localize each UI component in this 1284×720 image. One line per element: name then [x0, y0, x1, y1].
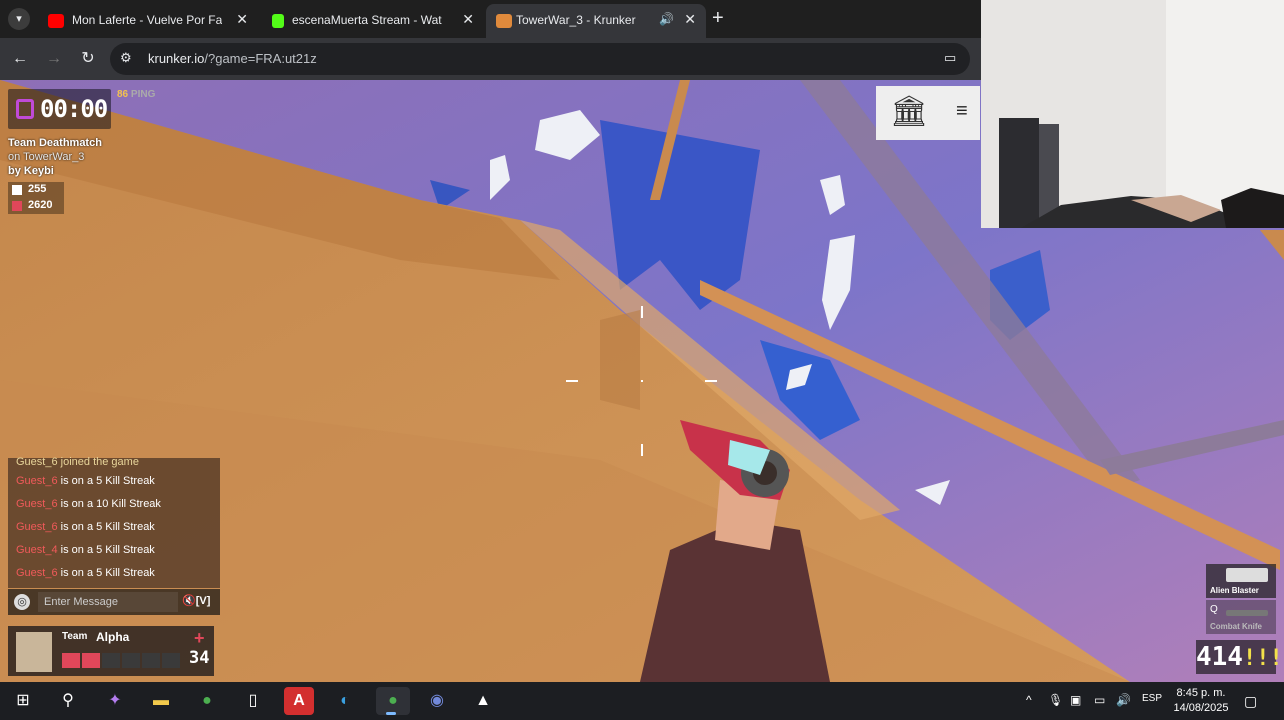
close-tab-icon[interactable]: ✕ — [684, 11, 696, 28]
chat-line: Guest_6 joined the game — [16, 456, 139, 468]
globe-icon[interactable]: ◎ — [14, 594, 30, 610]
app-icon[interactable]: ▲ — [468, 687, 498, 715]
ping-display: 86 PING — [117, 89, 156, 100]
tab-search-dropdown-icon[interactable]: ▾ — [8, 8, 30, 30]
windows-start-icon[interactable]: ⊞ — [8, 687, 38, 715]
close-tab-icon[interactable]: ✕ — [462, 11, 474, 28]
new-tab-button[interactable]: + — [712, 8, 724, 28]
kick-icon — [272, 14, 284, 28]
chat-line: Guest_6 is on a 5 Kill Streak — [16, 475, 155, 487]
taskbar-clock[interactable]: 8:45 p. m. 14/08/2025 — [1168, 686, 1234, 716]
chat-line: Guest_6 is on a 10 Kill Streak — [16, 498, 161, 510]
reload-icon[interactable]: ↻ — [76, 47, 100, 71]
discord-icon[interactable]: ◉ — [422, 687, 452, 715]
map-name: on TowerWar_3 — [8, 151, 85, 163]
weapon-slot-secondary[interactable]: Q Combat Knife — [1206, 600, 1276, 634]
timer-icon — [16, 99, 34, 119]
webcam-feed — [981, 0, 1284, 228]
acrobat-icon[interactable]: A — [284, 687, 314, 715]
map-author: by Keybi — [8, 165, 54, 177]
weapon-name: Alien Blaster — [1210, 586, 1259, 595]
install-app-icon[interactable]: ▭ — [944, 50, 956, 66]
chat-line: Guest_6 is on a 5 Kill Streak — [16, 521, 155, 533]
weapon-slot-primary[interactable]: Alien Blaster — [1206, 564, 1276, 598]
chat-input-bar: ◎ 🔇[V] — [8, 589, 220, 615]
language-indicator[interactable]: ESP — [1142, 693, 1162, 704]
edge-icon[interactable]: ◐ — [330, 687, 360, 715]
health-segment — [102, 653, 120, 668]
health-segment — [62, 653, 80, 668]
timer-value: 00:00 — [40, 95, 108, 123]
weapon-name: Combat Knife — [1210, 622, 1262, 631]
shop-panel[interactable]: 🏛 ≡ — [876, 86, 980, 140]
bank-icon[interactable]: 🏛 — [890, 94, 928, 129]
tab-escenamuerta-stream[interactable]: escenaMuerta Stream - Watch L ✕ — [262, 4, 484, 38]
volume-icon[interactable]: 🔊 — [1116, 693, 1131, 707]
crosshair-dot — [641, 380, 643, 382]
crosshair-right — [705, 380, 717, 382]
health-segment — [162, 653, 180, 668]
crosshair-bottom — [641, 444, 643, 456]
crosshair-left — [566, 380, 578, 382]
team-name: Alpha — [96, 630, 130, 644]
show-hidden-icons-icon[interactable]: ^ — [1026, 693, 1032, 707]
team-score-white: 255 — [8, 182, 64, 198]
health-segment — [122, 653, 140, 668]
webcam-overlay — [981, 0, 1284, 228]
close-tab-icon[interactable]: ✕ — [236, 11, 248, 28]
microphone-icon[interactable]: 🎙 — [1048, 693, 1063, 707]
site-info-icon[interactable]: ⚙ — [120, 50, 132, 66]
health-plus-icon: + — [194, 628, 205, 648]
network-icon[interactable]: ▭ — [1094, 693, 1105, 707]
forward-arrow-icon[interactable]: → — [42, 47, 66, 71]
health-segment — [142, 653, 160, 668]
file-explorer-icon[interactable]: ▬ — [146, 687, 176, 715]
team-color-swatch — [12, 185, 22, 195]
youtube-icon — [48, 14, 64, 28]
tab-mon-laferte[interactable]: Mon Laferte - Vuelve Por Favor ✕ — [38, 4, 258, 38]
screen: ▾ Mon Laferte - Vuelve Por Favor ✕ escen… — [0, 0, 1284, 720]
tab-towerwar-krunker[interactable]: TowerWar_3 - Krunker 🔊 ✕ — [486, 4, 706, 38]
search-icon[interactable]: ⚲ — [53, 687, 83, 715]
tray-app-icon[interactable]: ▣ — [1070, 693, 1081, 707]
clock-date: 14/08/2025 — [1173, 702, 1229, 714]
health-segment — [82, 653, 100, 668]
chrome-icon[interactable]: ● — [192, 687, 222, 715]
weapon-key: Q — [1210, 604, 1218, 615]
url-text[interactable]: krunker.io/?game=FRA:ut21z — [148, 51, 317, 66]
crosshair-top — [641, 306, 643, 318]
voice-mute-toggle[interactable]: 🔇[V] — [182, 594, 210, 607]
chat-line: Guest_6 is on a 5 Kill Streak — [16, 567, 155, 579]
player-avatar — [16, 632, 52, 672]
document-icon[interactable]: ▯ — [238, 687, 268, 715]
krunker-icon — [496, 14, 512, 28]
menu-icon[interactable]: ≡ — [956, 100, 968, 123]
chrome-active-icon[interactable]: ● — [376, 687, 410, 715]
team-label: Team — [62, 631, 88, 642]
back-arrow-icon[interactable]: ← — [8, 47, 32, 71]
alien-blaster-icon — [1226, 568, 1268, 582]
team-score-red: 2620 — [8, 198, 64, 214]
player-status-panel: Team Alpha + 34 — [8, 626, 214, 676]
notification-icon[interactable]: ▢ — [1244, 693, 1257, 710]
game-mode: Team Deathmatch — [8, 137, 102, 149]
health-bar — [62, 653, 182, 668]
chat-line: Guest_4 is on a 5 Kill Streak — [16, 544, 155, 556]
knife-icon — [1226, 610, 1268, 616]
taskbar: ⊞ ⚲ ✦ ▬ ● ▯ A ◐ ● ◉ ▲ ^ 🎙 ▣ ▭ 🔊 ESP 8:45… — [0, 682, 1284, 720]
match-info: Team Deathmatch on TowerWar_3 by Keybi — [8, 136, 102, 178]
tab-title: escenaMuerta Stream - Watch L — [292, 13, 442, 27]
team-color-swatch — [12, 201, 22, 211]
health-value: 34 — [189, 648, 210, 668]
chat-input[interactable] — [38, 592, 178, 612]
speaker-icon[interactable]: 🔊 — [659, 12, 674, 26]
clock-time: 8:45 p. m. — [1176, 687, 1226, 699]
tab-title: Mon Laferte - Vuelve Por Favor — [72, 13, 222, 27]
copilot-icon[interactable]: ✦ — [100, 687, 130, 715]
tab-title: TowerWar_3 - Krunker — [516, 13, 636, 27]
match-timer: 00:00 — [8, 89, 111, 129]
address-bar[interactable]: ⚙ krunker.io/?game=FRA:ut21z ▭ — [110, 43, 970, 75]
ammo-counter: 414!!! — [1196, 640, 1283, 674]
chat-log: Guest_6 joined the game Guest_6 is on a … — [8, 456, 220, 588]
